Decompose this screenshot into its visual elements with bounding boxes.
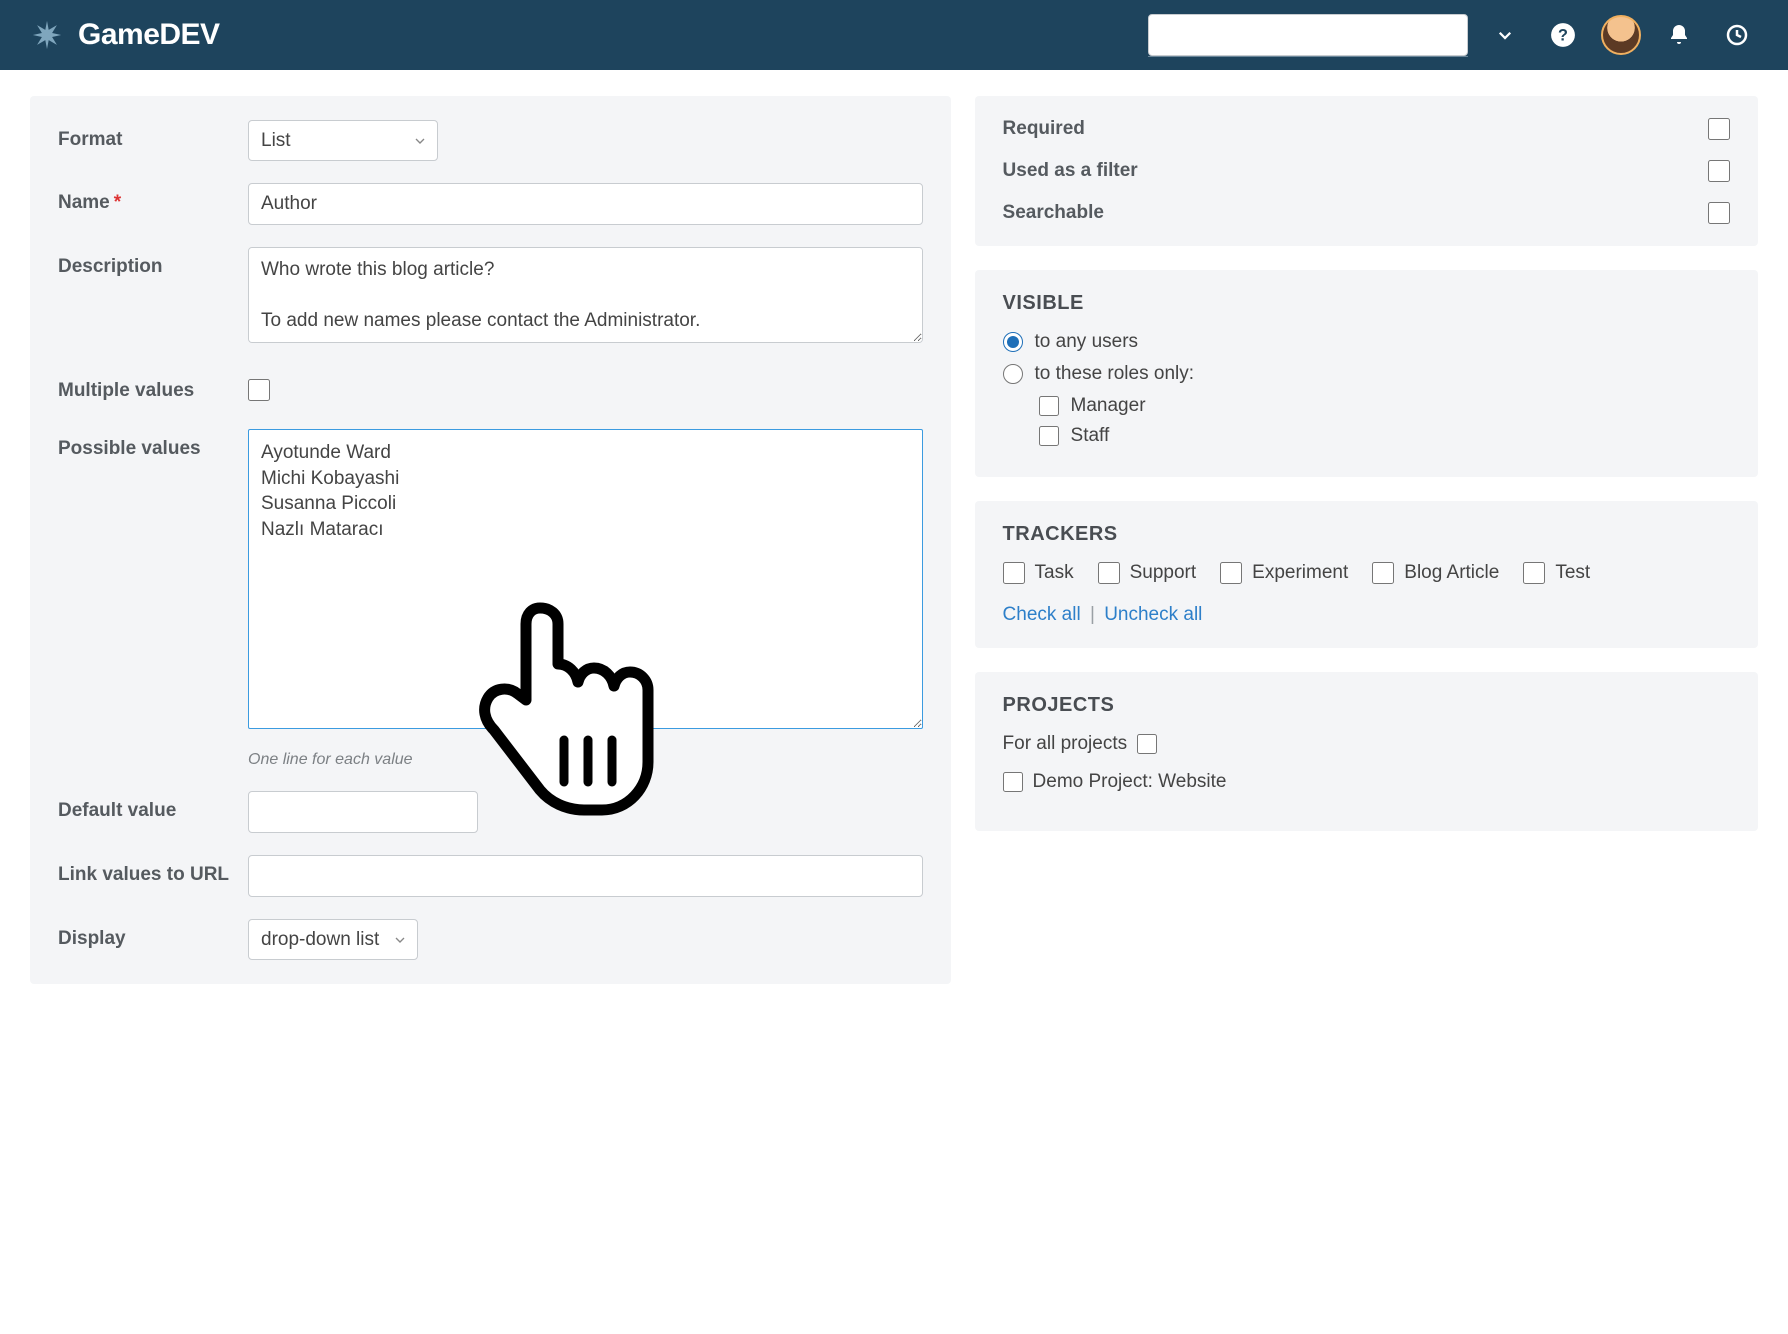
searchable-checkbox[interactable] xyxy=(1708,202,1730,224)
role-manager-row[interactable]: Manager xyxy=(1039,395,1730,417)
visible-any-users-row[interactable]: to any users xyxy=(1003,331,1730,353)
search-input[interactable] xyxy=(1148,14,1468,56)
avatar[interactable] xyxy=(1600,15,1642,55)
possible-values-textarea[interactable]: Ayotunde Ward Michi Kobayashi Susanna Pi… xyxy=(248,429,923,729)
role-staff-row[interactable]: Staff xyxy=(1039,425,1730,447)
app-name: GameDEV xyxy=(78,18,220,52)
projects-panel: PROJECTS For all projects Demo Project: … xyxy=(975,672,1758,831)
search-icon xyxy=(1442,16,1464,44)
chevron-down-icon[interactable] xyxy=(1484,26,1526,44)
multiple-values-label: Multiple values xyxy=(58,371,248,403)
description-label: Description xyxy=(58,247,248,279)
uncheck-all-link[interactable]: Uncheck all xyxy=(1104,604,1202,625)
required-checkbox[interactable] xyxy=(1708,118,1730,140)
link-values-label: Link values to URL xyxy=(58,855,248,887)
format-label: Format xyxy=(58,120,248,152)
content: Format List Name* Description Who wrote … xyxy=(0,70,1788,1014)
possible-values-hint: One line for each value xyxy=(248,751,923,769)
topbar: GameDEV ? xyxy=(0,0,1788,70)
check-all-link[interactable]: Check all xyxy=(1003,604,1081,625)
asterisk-icon xyxy=(30,18,64,52)
bell-icon[interactable] xyxy=(1658,23,1700,47)
format-select[interactable]: List xyxy=(248,120,438,161)
right-column: Required Used as a filter Searchable VIS… xyxy=(975,96,1758,831)
project-website-row[interactable]: Demo Project: Website xyxy=(1003,771,1730,793)
visible-roles-only-radio[interactable] xyxy=(1003,364,1023,384)
visible-panel: VISIBLE to any users to these roles only… xyxy=(975,270,1758,477)
tracker-task-checkbox[interactable] xyxy=(1003,562,1025,584)
name-label: Name* xyxy=(58,183,248,215)
clock-icon[interactable] xyxy=(1716,23,1758,47)
searchable-label: Searchable xyxy=(1003,202,1104,224)
used-as-filter-label: Used as a filter xyxy=(1003,160,1138,182)
role-manager-checkbox[interactable] xyxy=(1039,396,1059,416)
trackers-title: TRACKERS xyxy=(1003,523,1730,546)
svg-text:?: ? xyxy=(1558,26,1568,44)
required-label: Required xyxy=(1003,118,1085,140)
trackers-panel: TRACKERS Task Support Experiment Blog Ar… xyxy=(975,501,1758,648)
tracker-blog-article[interactable]: Blog Article xyxy=(1372,562,1499,584)
used-as-filter-checkbox[interactable] xyxy=(1708,160,1730,182)
logo-area[interactable]: GameDEV xyxy=(30,18,220,52)
search-box[interactable] xyxy=(1148,14,1468,57)
visible-title: VISIBLE xyxy=(1003,292,1730,315)
tracker-blog-article-checkbox[interactable] xyxy=(1372,562,1394,584)
display-label: Display xyxy=(58,919,248,951)
link-values-input[interactable] xyxy=(248,855,923,897)
possible-values-label: Possible values xyxy=(58,429,248,461)
for-all-projects-row[interactable]: For all projects xyxy=(1003,733,1730,755)
options-panel: Required Used as a filter Searchable xyxy=(975,96,1758,246)
multiple-values-checkbox[interactable] xyxy=(248,379,270,401)
name-input[interactable] xyxy=(248,183,923,225)
tracker-support[interactable]: Support xyxy=(1098,562,1197,584)
for-all-projects-checkbox[interactable] xyxy=(1137,734,1157,754)
default-value-input[interactable] xyxy=(248,791,478,833)
visible-any-users-radio[interactable] xyxy=(1003,332,1023,352)
tracker-experiment-checkbox[interactable] xyxy=(1220,562,1242,584)
visible-roles-only-row[interactable]: to these roles only: xyxy=(1003,363,1730,385)
tracker-task[interactable]: Task xyxy=(1003,562,1074,584)
tracker-experiment[interactable]: Experiment xyxy=(1220,562,1348,584)
tracker-test[interactable]: Test xyxy=(1523,562,1590,584)
role-staff-checkbox[interactable] xyxy=(1039,426,1059,446)
tracker-test-checkbox[interactable] xyxy=(1523,562,1545,584)
display-select[interactable]: drop-down list xyxy=(248,919,418,960)
project-website-checkbox[interactable] xyxy=(1003,772,1023,792)
field-settings-panel: Format List Name* Description Who wrote … xyxy=(30,96,951,984)
projects-title: PROJECTS xyxy=(1003,694,1730,717)
help-icon[interactable]: ? xyxy=(1542,22,1584,48)
tracker-support-checkbox[interactable] xyxy=(1098,562,1120,584)
description-textarea[interactable]: Who wrote this blog article? To add new … xyxy=(248,247,923,343)
default-value-label: Default value xyxy=(58,791,248,823)
